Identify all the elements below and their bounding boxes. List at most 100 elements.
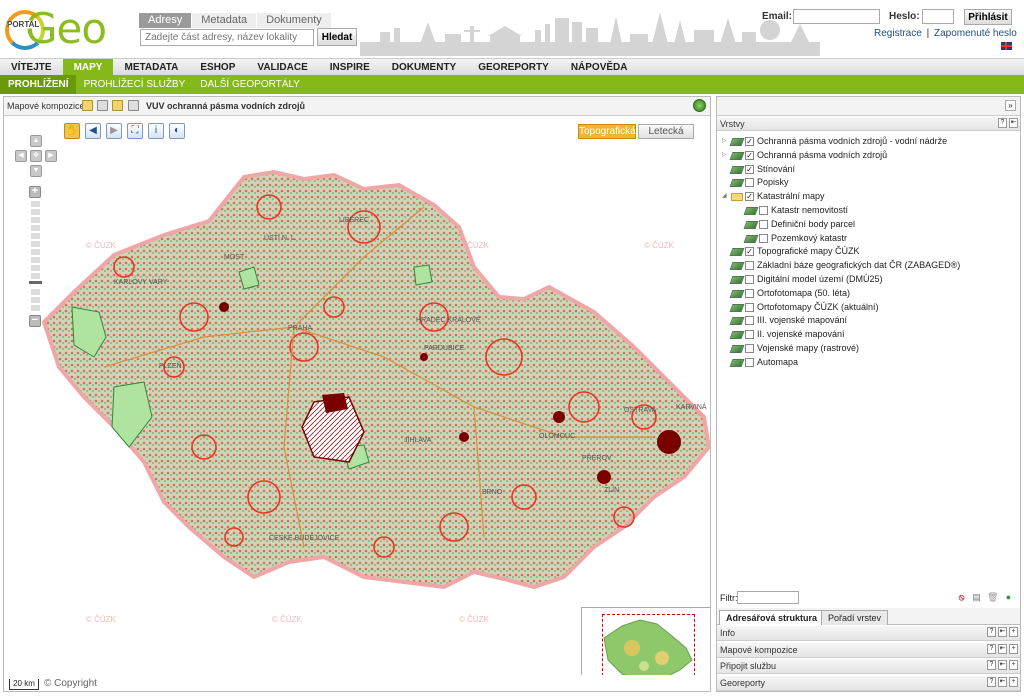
trash-icon[interactable]: 🗑 bbox=[987, 592, 998, 603]
email-field[interactable] bbox=[793, 9, 880, 24]
minimize-icon[interactable]: ⇤ bbox=[998, 660, 1007, 670]
pan-down-icon[interactable]: ▼ bbox=[30, 165, 42, 177]
base-layer-topograficka[interactable]: Topografická bbox=[578, 124, 636, 139]
layer-row[interactable]: ▷ ✓ Ochranná pásma vodních zdrojů - vodní … bbox=[717, 135, 1020, 149]
minimize-icon[interactable]: ⇤ bbox=[1009, 118, 1018, 128]
base-layer-letecka[interactable]: Letecká bbox=[638, 124, 694, 139]
zoom-slider-handle[interactable] bbox=[29, 281, 42, 285]
layer-label[interactable]: Popisky bbox=[757, 176, 789, 189]
layer-checkbox[interactable] bbox=[759, 219, 768, 229]
layer-row[interactable]: ▷ ✓ Ochranná pásma vodních zdrojů bbox=[717, 149, 1020, 163]
layer-label[interactable]: Topografické mapy ČÚZK bbox=[757, 245, 860, 258]
layer-label[interactable]: Katastrální mapy bbox=[757, 190, 825, 203]
nav-napoveda[interactable]: NÁPOVĚDA bbox=[560, 59, 639, 75]
zoom-level[interactable] bbox=[31, 217, 40, 224]
minimize-icon[interactable]: ⇤ bbox=[998, 643, 1007, 654]
zoom-level[interactable] bbox=[31, 289, 40, 296]
layer-row[interactable]: III. vojenské mapování bbox=[717, 314, 1020, 328]
save-composition-icon[interactable] bbox=[97, 100, 108, 111]
layer-checkbox[interactable]: ✓ bbox=[745, 164, 754, 174]
layer-label[interactable]: Automapa bbox=[757, 356, 798, 369]
layer-checkbox[interactable]: ✓ bbox=[745, 192, 754, 202]
nav-vitejte[interactable]: VÍTEJTE bbox=[0, 59, 63, 75]
measure-icon[interactable]: ◐ bbox=[169, 123, 185, 139]
layer-row[interactable]: Ortofotomapy ČÚZK (aktuální) bbox=[717, 301, 1020, 315]
subnav-prohlizeci-sluzby[interactable]: PROHLÍŽECÍ SLUŽBY bbox=[76, 75, 193, 94]
layer-row[interactable]: Automapa bbox=[717, 356, 1020, 370]
search-tab-dokumenty[interactable]: Dokumenty bbox=[257, 13, 331, 28]
tab-poradi-vrstev[interactable]: Pořadí vrstev bbox=[821, 610, 889, 625]
pan-right-icon[interactable]: ▶ bbox=[45, 150, 57, 162]
layer-label[interactable]: Definiční body parcel bbox=[771, 218, 855, 231]
print-icon[interactable] bbox=[128, 100, 139, 111]
new-composition-icon[interactable] bbox=[82, 100, 93, 111]
document-icon[interactable]: ▤ bbox=[971, 592, 982, 603]
layer-label[interactable]: Vojenské mapy (rastrové) bbox=[757, 342, 859, 355]
nav-georeporty[interactable]: GEOREPORTY bbox=[467, 59, 560, 75]
layer-row[interactable]: Popisky bbox=[717, 176, 1020, 190]
geoportal-logo[interactable]: PORTAL Geo bbox=[5, 6, 115, 52]
layer-row[interactable]: Katastr nemovitostí bbox=[717, 204, 1020, 218]
english-flag-icon[interactable] bbox=[1001, 42, 1012, 50]
pan-center-icon[interactable]: ✥ bbox=[30, 150, 42, 162]
layer-label[interactable]: Katastr nemovitostí bbox=[771, 204, 848, 217]
info-icon[interactable]: i bbox=[148, 123, 164, 139]
layer-label[interactable]: Pozemkový katastr bbox=[771, 232, 847, 245]
layer-label[interactable]: II. vojenské mapování bbox=[757, 328, 845, 341]
back-arrow-icon[interactable]: ◀ bbox=[85, 123, 101, 139]
search-tab-adresy[interactable]: Adresy bbox=[139, 13, 192, 28]
layer-checkbox[interactable] bbox=[759, 233, 768, 243]
zoom-level[interactable] bbox=[31, 209, 40, 216]
expand-icon[interactable]: + bbox=[1009, 643, 1018, 654]
register-link[interactable]: Registrace bbox=[874, 28, 922, 39]
help-icon[interactable]: ? bbox=[998, 118, 1007, 128]
layer-checkbox[interactable] bbox=[745, 178, 754, 188]
pan-up-icon[interactable]: ▲ bbox=[30, 135, 42, 147]
layer-checkbox[interactable] bbox=[745, 330, 754, 340]
layer-row[interactable]: Vojenské mapy (rastrové) bbox=[717, 342, 1020, 356]
section-header[interactable]: Info? ⇤ + bbox=[717, 626, 1020, 641]
layer-checkbox[interactable]: ✓ bbox=[745, 137, 754, 146]
subnav-dalsi-geoportaly[interactable]: DALŠÍ GEOPORTÁLY bbox=[192, 75, 307, 94]
help-icon[interactable]: ? bbox=[987, 676, 996, 687]
czech-republic-map[interactable] bbox=[4, 117, 710, 675]
layer-label[interactable]: Stínování bbox=[757, 163, 795, 176]
tab-adresarova-struktura[interactable]: Adresářová struktura bbox=[719, 610, 825, 625]
layer-label[interactable]: Základní báze geografických dat ČR (ZABA… bbox=[757, 259, 960, 272]
expand-toggle-icon[interactable]: ◢ bbox=[722, 190, 729, 203]
subnav-prohlizeni[interactable]: PROHLÍŽENÍ bbox=[0, 75, 76, 94]
expand-toggle-icon[interactable]: ▷ bbox=[722, 135, 729, 148]
search-tab-metadata[interactable]: Metadata bbox=[192, 13, 257, 28]
collapse-panel-icon[interactable]: » bbox=[1005, 100, 1016, 111]
layer-checkbox[interactable] bbox=[745, 357, 754, 367]
expand-icon[interactable]: + bbox=[1009, 627, 1018, 637]
search-input[interactable] bbox=[140, 29, 314, 46]
layer-row[interactable]: Ortofotomapa (50. léta) bbox=[717, 287, 1020, 301]
layer-row[interactable]: Základní báze geografických dat ČR (ZABA… bbox=[717, 259, 1020, 273]
zoom-in-button[interactable]: + bbox=[29, 186, 41, 198]
forgot-password-link[interactable]: Zapomenuté heslo bbox=[934, 28, 1017, 39]
expand-toggle-icon[interactable]: ▷ bbox=[722, 149, 729, 162]
layer-checkbox[interactable] bbox=[745, 261, 754, 271]
layer-label[interactable]: Ochranná pásma vodních zdrojů - vodní ná… bbox=[757, 135, 947, 148]
overview-extent-box[interactable] bbox=[602, 614, 695, 681]
zoom-extent-icon[interactable]: ⛶ bbox=[127, 123, 143, 139]
layer-row[interactable]: Pozemkový katastr bbox=[717, 232, 1020, 246]
layer-checkbox[interactable] bbox=[745, 288, 754, 298]
help-icon[interactable]: ? bbox=[987, 660, 996, 670]
zoom-level[interactable] bbox=[31, 249, 40, 256]
layer-checkbox[interactable] bbox=[745, 343, 754, 353]
zoom-out-button[interactable]: − bbox=[29, 315, 41, 327]
layer-row[interactable]: Digitální model území (DMÚ25) bbox=[717, 273, 1020, 287]
zoom-level[interactable] bbox=[31, 297, 40, 304]
layer-label[interactable]: Ochranná pásma vodních zdrojů bbox=[757, 149, 887, 162]
filter-input[interactable] bbox=[737, 591, 799, 604]
nav-validace[interactable]: VALIDACE bbox=[246, 59, 318, 75]
help-icon[interactable]: ? bbox=[987, 643, 996, 654]
nav-dokumenty[interactable]: DOKUMENTY bbox=[381, 59, 467, 75]
layer-row[interactable]: II. vojenské mapování bbox=[717, 328, 1020, 342]
zoom-level[interactable] bbox=[31, 241, 40, 248]
nav-eshop[interactable]: ESHOP bbox=[189, 59, 246, 75]
layer-row[interactable]: ◢ ✓ Katastrální mapy bbox=[717, 190, 1020, 204]
nav-metadata[interactable]: METADATA bbox=[113, 59, 189, 75]
